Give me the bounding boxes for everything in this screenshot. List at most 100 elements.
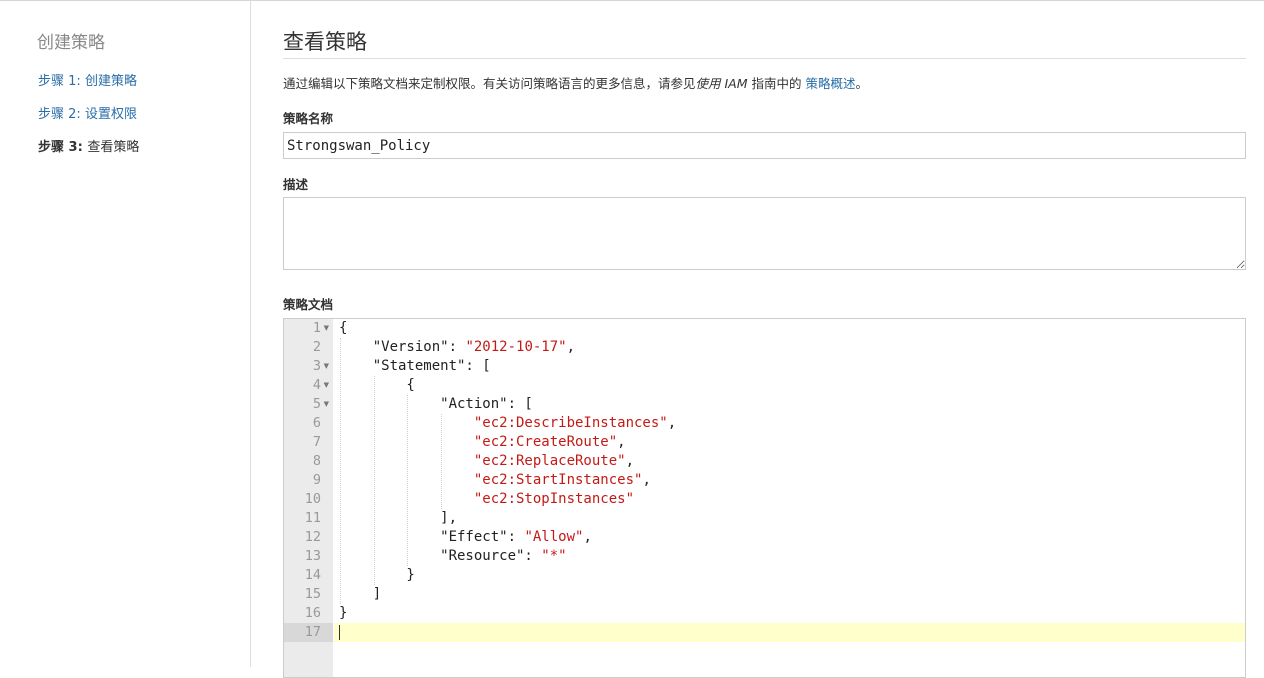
step-1-create-policy[interactable]: 步骤 1: 创建策略 — [38, 70, 137, 89]
fold-toggle-icon[interactable]: ▼ — [324, 395, 329, 414]
code-line[interactable]: "ec2:StopInstances" — [334, 490, 1245, 509]
step-1-prefix: 步骤 1: — [38, 74, 81, 89]
policy-name-input[interactable] — [283, 132, 1246, 159]
line-number: 16 — [304, 605, 321, 621]
gutter-row: 2 — [284, 338, 333, 357]
gutter-row: 12 — [284, 528, 333, 547]
sidebar-title: 创建策略 — [37, 33, 105, 53]
text-cursor — [339, 625, 340, 640]
string-token: "ec2:CreateRoute" — [473, 434, 618, 450]
string-token: "2012-10-17" — [465, 339, 567, 355]
code-token: "Action": [ — [339, 396, 533, 412]
string-token: "ec2:DescribeInstances" — [473, 415, 668, 431]
code-token: , — [583, 529, 592, 545]
line-number: 17 — [304, 624, 321, 640]
code-line[interactable]: "Version": "2012-10-17", — [334, 338, 1245, 357]
policy-overview-link[interactable]: 策略概述 — [805, 76, 855, 91]
string-token: "ec2:StopInstances" — [473, 491, 635, 507]
code-line[interactable] — [334, 623, 1245, 642]
gutter-row: 13 — [284, 547, 333, 566]
gutter-row: 11 — [284, 509, 333, 528]
code-line[interactable]: { — [334, 376, 1245, 395]
string-token: "Allow" — [524, 529, 584, 545]
line-number: 2 — [312, 339, 321, 355]
code-line[interactable]: "ec2:CreateRoute", — [334, 433, 1245, 452]
code-token: } — [339, 567, 415, 583]
line-number: 10 — [304, 491, 321, 507]
gutter-row: 4 ▼ — [284, 376, 333, 395]
step-3-review-policy: 步骤 3: 查看策略 — [38, 136, 139, 155]
code-line[interactable]: "ec2:ReplaceRoute", — [334, 452, 1245, 471]
code-token: { — [339, 377, 415, 393]
intro-middle: 指南中的 — [747, 76, 806, 91]
code-line[interactable]: "Effect": "Allow", — [334, 528, 1245, 547]
indent-guide — [340, 338, 341, 604]
fold-toggle-icon[interactable]: ▼ — [324, 319, 329, 338]
line-number: 7 — [312, 434, 321, 450]
code-line[interactable]: "ec2:StartInstances", — [334, 471, 1245, 490]
code-line[interactable]: ] — [334, 585, 1245, 604]
code-area[interactable]: { "Version": "2012-10-17", "Statement": … — [334, 319, 1245, 677]
gutter-row: 5 ▼ — [284, 395, 333, 414]
line-number: 4 — [312, 377, 321, 393]
code-line[interactable]: } — [334, 566, 1245, 585]
code-token: , — [642, 472, 651, 488]
gutter-row: 3 ▼ — [284, 357, 333, 376]
code-token: "Effect": — [339, 529, 525, 545]
policy-document-editor[interactable]: 1 ▼ 2 3 ▼ 4 ▼ 5 ▼ 6 7 8 9 10 11 12 13 14 15 16 17 { "Version… — [283, 318, 1246, 678]
line-number: 14 — [304, 567, 321, 583]
line-number: 13 — [304, 548, 321, 564]
code-token: } — [339, 605, 348, 621]
gutter-row: 7 — [284, 433, 333, 452]
gutter-row: 10 — [284, 490, 333, 509]
code-token: , — [667, 415, 677, 431]
code-token: , — [617, 434, 626, 450]
fold-toggle-icon[interactable]: ▼ — [324, 376, 329, 395]
indent-guide — [407, 395, 409, 566]
policy-document-label: 策略文档 — [283, 297, 334, 312]
gutter-row: 1 ▼ — [284, 319, 333, 338]
code-line[interactable]: } — [334, 604, 1245, 623]
code-line[interactable]: "Statement": [ — [334, 357, 1245, 376]
line-number: 6 — [312, 415, 321, 431]
string-token: "*" — [541, 548, 567, 564]
code-token: "Resource": — [339, 548, 542, 564]
step-2-set-permissions[interactable]: 步骤 2: 设置权限 — [38, 103, 137, 122]
line-number: 8 — [312, 453, 321, 469]
gutter-row: 16 — [284, 604, 333, 623]
description-textarea[interactable] — [283, 197, 1246, 270]
wizard-sidebar: 创建策略 步骤 1: 创建策略 步骤 2: 设置权限 步骤 3: 查看策略 — [0, 0, 251, 667]
line-number-gutter: 1 ▼ 2 3 ▼ 4 ▼ 5 ▼ 6 7 8 9 10 11 12 13 14 15 16 17 — [284, 319, 333, 677]
code-line[interactable]: ], — [334, 509, 1245, 528]
code-line[interactable]: "Action": [ — [334, 395, 1245, 414]
line-number: 1 — [312, 320, 321, 336]
main-content: 查看策略 通过编辑以下策略文档来定制权限。有关访问策略语言的更多信息，请参见使用… — [283, 0, 1246, 678]
step-2-prefix: 步骤 2: — [38, 107, 81, 122]
string-token: "ec2:ReplaceRoute" — [473, 453, 626, 469]
fold-toggle-icon[interactable]: ▼ — [324, 357, 329, 376]
gutter-row: 9 — [284, 471, 333, 490]
gutter-row: 14 — [284, 566, 333, 585]
string-token: "ec2:StartInstances" — [473, 472, 643, 488]
gutter-row: 6 — [284, 414, 333, 433]
policy-name-label: 策略名称 — [283, 111, 334, 126]
code-token: ], — [339, 510, 458, 526]
code-token: ] — [339, 586, 382, 602]
line-number: 5 — [312, 396, 321, 412]
line-number: 9 — [312, 472, 321, 488]
code-line[interactable]: { — [334, 319, 1245, 338]
indent-guide — [373, 376, 375, 585]
intro-before: 通过编辑以下策略文档来定制权限。有关访问策略语言的更多信息，请参见 — [283, 76, 696, 91]
intro-guide-name: 使用 IAM — [695, 76, 748, 91]
intro-text: 通过编辑以下策略文档来定制权限。有关访问策略语言的更多信息，请参见使用 IAM … — [283, 73, 868, 92]
code-line[interactable]: "Resource": "*" — [334, 547, 1245, 566]
step-2-name: 设置权限 — [84, 107, 137, 122]
code-token: "Version": — [339, 339, 466, 355]
step-1-name: 创建策略 — [84, 74, 137, 89]
gutter-row: 8 — [284, 452, 333, 471]
step-3-name: 查看策略 — [87, 140, 140, 155]
line-number: 3 — [312, 358, 321, 374]
code-line[interactable]: "ec2:DescribeInstances", — [334, 414, 1245, 433]
